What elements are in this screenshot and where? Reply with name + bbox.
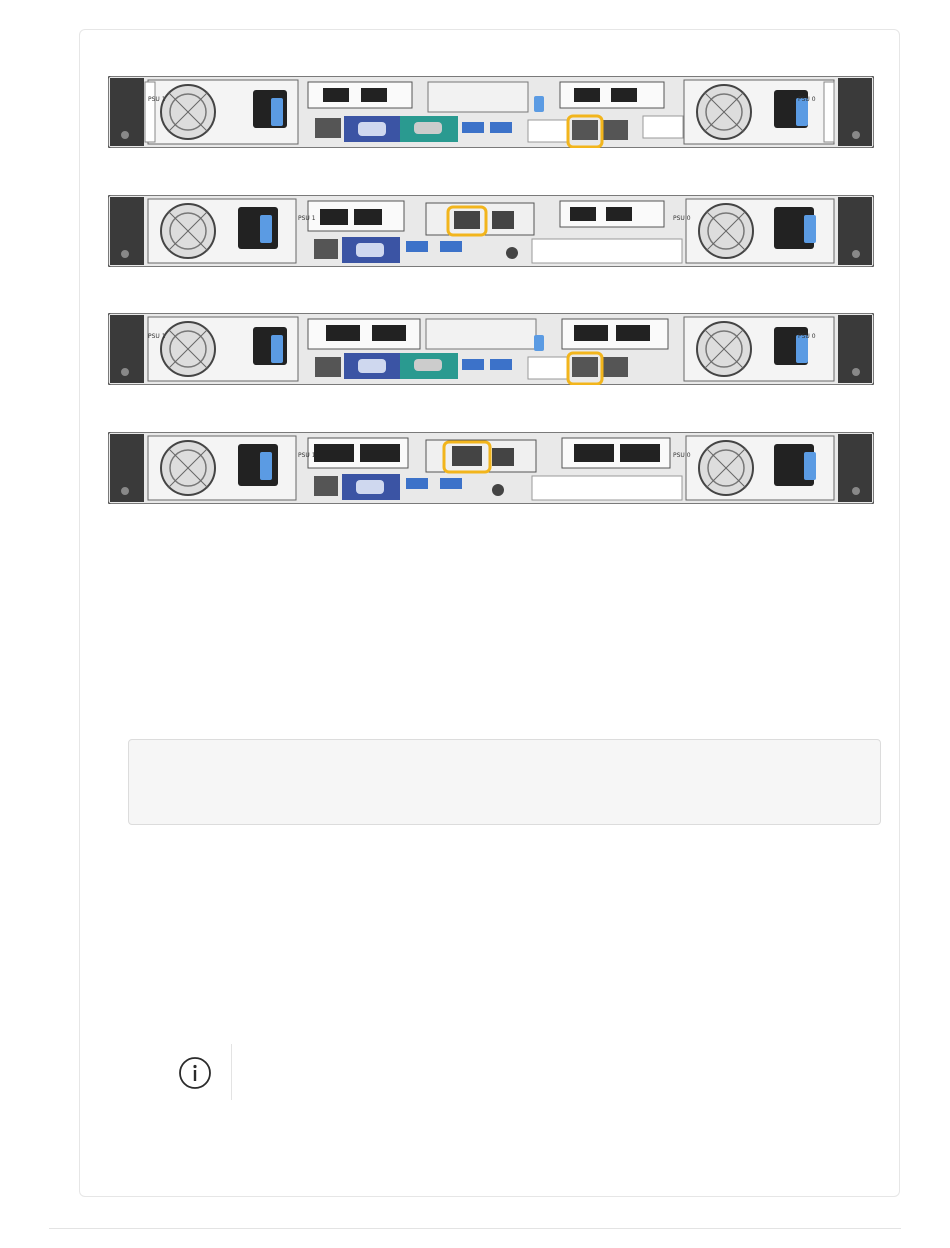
appliance-rear-view-3: PSU 1 PSU 0 [108,313,874,385]
appliance-rear-view-4: PSU 1 PSU 0 [108,432,874,504]
footer-rule [49,1228,901,1229]
info-icon [178,1056,212,1090]
code-block [128,739,881,825]
psu-label-left: PSU 1 [148,96,166,103]
psu-label-right: PSU 0 [673,215,691,222]
note-admonition [170,1044,870,1100]
psu-label-right: PSU 0 [798,333,816,340]
psu-label-left: PSU 1 [148,333,166,340]
psu-label-right: PSU 0 [673,452,691,459]
psu-label-left: PSU 1 [298,215,316,222]
psu-label-right: PSU 0 [798,96,816,103]
note-divider [231,1044,232,1100]
code-block-text [129,740,880,760]
appliance-rear-view-1: PSU 1 PSU 0 [108,76,874,148]
psu-label-left: PSU 1 [298,452,316,459]
appliance-rear-view-2: PSU 1 PSU 0 [108,195,874,267]
